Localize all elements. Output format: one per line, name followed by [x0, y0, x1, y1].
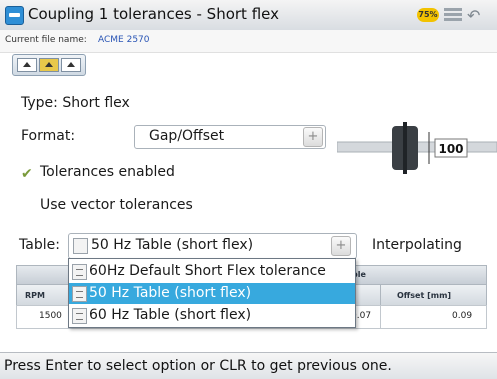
back-arrow-icon[interactable]: ↶ [467, 6, 480, 25]
column-divider [380, 306, 381, 328]
vector-tolerances-label: Use vector tolerances [40, 197, 193, 213]
table-icon [72, 286, 87, 302]
tolerances-enabled-checkbox[interactable]: ✔ [21, 166, 33, 182]
tab-next-button[interactable] [61, 58, 81, 72]
dropdown-option-label: 50 Hz Table (short flex) [89, 285, 252, 301]
file-name-value: ACME 2570 [98, 35, 150, 45]
table-icon [73, 238, 88, 254]
cell-offset: 0.09 [452, 311, 473, 321]
file-name-label: Current file name: [5, 35, 87, 45]
tab-current-button[interactable] [39, 58, 59, 72]
table-label: Table: [19, 237, 60, 253]
tab-strip [12, 54, 86, 76]
format-label: Format: [21, 128, 76, 144]
dropdown-option[interactable]: 60 Hz Table (short flex) [69, 305, 355, 326]
coupling-gap [403, 122, 407, 174]
format-value: Gap/Offset [149, 128, 225, 144]
dropdown-option[interactable]: 60Hz Default Short Flex tolerance [69, 261, 355, 282]
table-icon [72, 308, 87, 324]
column-header-offset: Offset [mm] [397, 291, 452, 300]
dropdown-option-label: 60 Hz Table (short flex) [89, 307, 252, 323]
vector-tolerances-checkbox[interactable] [21, 198, 33, 210]
interpolating-label: Interpolating [372, 237, 462, 253]
tab-prev-button[interactable] [17, 58, 37, 72]
coupling-graphic: 100 [337, 122, 497, 174]
table-dropdown-list[interactable]: 60Hz Default Short Flex tolerance 50 Hz … [68, 258, 356, 328]
dropdown-option-label: 60Hz Default Short Flex tolerance [89, 263, 326, 279]
menu-grid-icon[interactable] [444, 8, 462, 22]
tolerances-enabled-label: Tolerances enabled [40, 164, 175, 180]
format-expand-button[interactable]: + [303, 127, 323, 147]
status-text: Press Enter to select option or CLR to g… [4, 358, 392, 374]
table-value: 50 Hz Table (short flex) [91, 237, 254, 253]
table-icon [72, 264, 87, 280]
battery-icon: 75% [417, 8, 439, 22]
format-select[interactable]: Gap/Offset + [134, 125, 326, 149]
window-title: Coupling 1 tolerances - Short flex [28, 5, 279, 23]
cell-rpm: 1500 [39, 311, 62, 321]
arrow-up-icon [45, 62, 53, 67]
column-header-rpm: RPM [25, 291, 45, 300]
table-select[interactable]: 50 Hz Table (short flex) + [68, 233, 357, 259]
type-label: Type: Short flex [21, 95, 130, 111]
column-divider [380, 285, 381, 305]
coupling-value: 100 [438, 142, 463, 156]
table-expand-button[interactable]: + [331, 236, 351, 256]
app-icon [5, 6, 24, 25]
dropdown-option-selected[interactable]: 50 Hz Table (short flex) [69, 283, 355, 304]
arrow-up-icon [67, 62, 75, 67]
arrow-up-icon [23, 62, 31, 67]
